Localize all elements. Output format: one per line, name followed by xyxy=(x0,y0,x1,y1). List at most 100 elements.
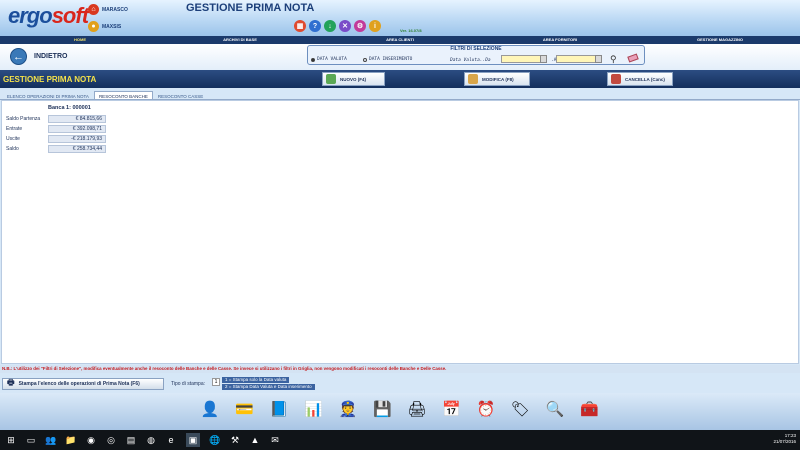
tools-icon[interactable]: 🧰 xyxy=(577,396,603,422)
ergosoft-logo: ergosoft xyxy=(8,3,89,29)
user-icon: ● xyxy=(88,21,99,32)
nav-item-home[interactable]: HOME xyxy=(0,36,160,44)
toolbar-icons: ▦? ↓ ✕ ⚙ i xyxy=(294,20,381,32)
bank-row-value: € 258.734,44 xyxy=(48,145,106,153)
binder-icon[interactable]: 📘 xyxy=(266,396,292,422)
bank-row: Entrate € 392.098,71 xyxy=(6,125,106,133)
eraser-icon[interactable] xyxy=(627,53,639,63)
apply-filter-icon[interactable]: ⚲ xyxy=(610,54,617,65)
date-from-label: Data Valuta..Da xyxy=(450,58,491,63)
tab-strip: ELENCO OPERAZIONI DI PRIMA NOTA RESOCONTO… xyxy=(0,91,800,100)
edit-button[interactable]: MODIFICA (F8) xyxy=(464,72,530,86)
settings-icon[interactable]: ⚙ xyxy=(354,20,366,32)
bank-row: Uscite -€ 218.179,93 xyxy=(6,135,106,143)
bank-summary-panel: Banca 1: 000001 Saldo Partenza € 84.815,6… xyxy=(1,100,799,364)
firefox-icon[interactable]: ◎ xyxy=(104,433,118,447)
chart-icon[interactable]: 📊 xyxy=(301,396,327,422)
bank-title: Banca 1: 000001 xyxy=(48,105,91,111)
info-icon[interactable]: i xyxy=(369,20,381,32)
explorer-icon[interactable]: 👥 xyxy=(44,433,58,447)
tools-task-icon[interactable]: ⚒ xyxy=(228,433,242,447)
bank-row-label: Uscite xyxy=(6,136,20,142)
nav-item-area-fornitori[interactable]: AREA FORNITORI xyxy=(480,36,640,44)
bank-row-value: -€ 218.179,93 xyxy=(48,135,106,143)
radio-insert-date[interactable]: DATA INSERIMENTO xyxy=(363,57,412,62)
card-icon[interactable]: 💳 xyxy=(232,396,258,422)
task-view-icon[interactable]: ▭ xyxy=(24,433,38,447)
windows-taskbar: ⊞ ▭ 👥 📁 ◉ ◎ ▤ ◍ e ▣ 🌐 ⚒ ▲ ✉ 17:23 21/07/… xyxy=(0,430,800,450)
tab-resoconto-banche[interactable]: RESOCONTO BANCHE xyxy=(93,91,153,99)
delete-button[interactable]: CANCELLA (Canc) xyxy=(607,72,673,86)
app-window: ergosoft ⌂ MARASCO ● MAXSIS GESTIONE PRI… xyxy=(0,0,800,450)
user-maxsis[interactable]: ● MAXSIS xyxy=(88,21,121,32)
ergosoft-task-icon[interactable]: ▣ xyxy=(186,433,200,447)
bank-row-label: Entrate xyxy=(6,126,23,132)
radio-label: DATA INSERIMENTO xyxy=(369,57,413,62)
save-disk-icon[interactable]: 💾 xyxy=(370,396,396,422)
new-button[interactable]: NUOVO (F4) xyxy=(322,72,385,86)
print-option-2: 2 = Stampa Data Valuta e Data inseriment… xyxy=(222,384,315,390)
user-name: MAXSIS xyxy=(102,23,122,30)
tab-elenco-operazioni-di-prima-nota[interactable]: ELENCO OPERAZIONI DI PRIMA NOTA xyxy=(2,91,94,99)
page-title-bar: GESTIONE PRIMA NOTA xyxy=(0,70,800,88)
search-icon[interactable]: 🔍 xyxy=(542,396,568,422)
folder-icon[interactable]: 📁 xyxy=(64,433,78,447)
bank-row-label: Saldo xyxy=(6,146,19,152)
logo-accent: soft xyxy=(51,3,89,28)
system-clock[interactable]: 17:23 21/07/2016 xyxy=(773,433,796,445)
printer-icon: 🖶 xyxy=(7,378,15,387)
download-icon[interactable]: ↓ xyxy=(324,20,336,32)
radio-unchecked-icon xyxy=(363,57,367,62)
print-type-input[interactable]: 1 xyxy=(212,378,220,386)
vlc-icon[interactable]: ▲ xyxy=(248,433,262,447)
print-option-1: 1 = Stampa solo la Data valuta xyxy=(222,377,290,383)
mail-icon[interactable]: ✉ xyxy=(268,433,282,447)
edge-icon[interactable]: e xyxy=(164,433,178,447)
calculator-icon[interactable]: ▦ xyxy=(294,20,306,32)
main-nav: HOME ARCHIVI DI BASE AREA CLIENTI AREA FORN… xyxy=(0,36,800,44)
app-dock: 👤 💳 📘 📊 👮 💾 🖨 📅 ⏰ 🏷 🔍 🧰 xyxy=(0,393,800,430)
help-icon[interactable]: ? xyxy=(309,20,321,32)
info-note: N.B.: L'utilizzo dei "Filtri di Selezion… xyxy=(0,365,800,373)
nav-item-archivi-di-base[interactable]: ARCHIVI DI BASE xyxy=(160,36,320,44)
new-button-label: NUOVO (F4) xyxy=(340,76,367,82)
date-to-calendar-icon[interactable] xyxy=(595,55,602,63)
home-user-icon: ⌂ xyxy=(88,4,99,15)
radio-value-date[interactable]: DATA VALUTA xyxy=(311,57,347,62)
app-icon[interactable]: ▤ xyxy=(124,433,138,447)
globe-icon[interactable]: 🌐 xyxy=(208,433,222,447)
bank-row-value: € 392.098,71 xyxy=(48,125,106,133)
browser-icon[interactable]: ◍ xyxy=(144,433,158,447)
date-from-calendar-icon[interactable] xyxy=(540,55,547,63)
back-button[interactable]: ← xyxy=(10,48,27,65)
chrome-icon[interactable]: ◉ xyxy=(84,433,98,447)
nav-item-area-clienti[interactable]: AREA CLIENTI xyxy=(320,36,480,44)
delete-record-icon xyxy=(611,74,621,84)
delete-button-label: CANCELLA (Canc) xyxy=(625,76,665,82)
filters-title: FILTRI DI SELEZIONE xyxy=(450,46,502,52)
edit-record-icon xyxy=(468,74,478,84)
printer-icon[interactable]: 🖨 xyxy=(404,396,430,422)
app-title: GESTIONE PRIMA NOTA xyxy=(186,2,315,14)
back-label[interactable]: INDIETRO xyxy=(34,53,67,60)
tab-resoconto-casse[interactable]: RESOCONTO CASSE xyxy=(153,91,208,99)
print-list-button[interactable]: 🖶 Stampa l'elenco delle operazioni di Pri… xyxy=(2,378,164,390)
page-title: GESTIONE PRIMA NOTA xyxy=(3,75,97,84)
selection-filters: FILTRI DI SELEZIONE DATA VALUTA DATA INS… xyxy=(307,45,645,65)
windows-start-icon[interactable]: ⊞ xyxy=(4,433,18,447)
radio-checked-icon xyxy=(311,57,315,62)
calendar-icon[interactable]: 📅 xyxy=(439,396,465,422)
clients-icon[interactable]: 👤 xyxy=(197,396,223,422)
close-icon[interactable]: ✕ xyxy=(339,20,351,32)
version-label: Ver. 16.07/8 xyxy=(400,28,422,33)
bank-row-value: € 84.815,66 xyxy=(48,115,106,123)
user-marasco[interactable]: ⌂ MARASCO xyxy=(88,4,128,15)
logo-main: ergo xyxy=(8,3,53,28)
nav-item-gestione-magazzino[interactable]: GESTIONE MAGAZZINO xyxy=(640,36,800,44)
bank-row: Saldo € 258.734,44 xyxy=(6,145,106,153)
security-user-icon[interactable]: 👮 xyxy=(335,396,361,422)
tag-icon[interactable]: 🏷 xyxy=(508,396,534,422)
clock-icon[interactable]: ⏰ xyxy=(473,396,499,422)
print-button-label: Stampa l'elenco delle operazioni di Prim… xyxy=(18,381,140,387)
app-header: ergosoft ⌂ MARASCO ● MAXSIS GESTIONE PRI… xyxy=(0,0,800,36)
